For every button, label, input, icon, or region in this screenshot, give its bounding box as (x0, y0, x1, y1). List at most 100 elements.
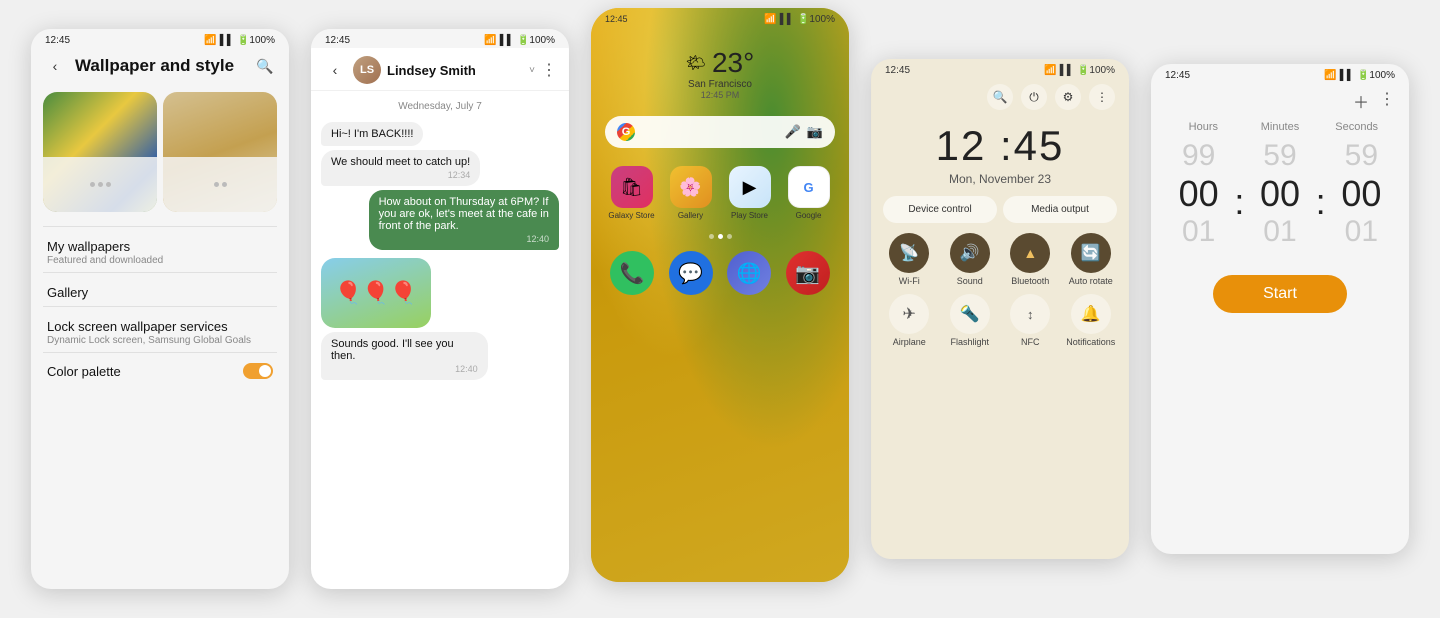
qs-tile-sound[interactable]: 🔊 Sound (944, 233, 997, 286)
more-options-icon[interactable]: ⋮ (541, 60, 557, 80)
messages-panel: 12:45 📶 ▌▌ 🔋100% ‹ LS Lindsey Smith ˅ ⋮ … (311, 29, 569, 589)
more-options-icon[interactable]: ⋮ (1379, 89, 1395, 113)
qs-date: Mon, November 23 (871, 172, 1129, 196)
wifi-icon: 📶 (484, 35, 496, 46)
play-store-icon: ▶ (729, 166, 771, 208)
my-wallpapers-item[interactable]: My wallpapers Featured and downloaded (31, 227, 289, 272)
device-control-btn[interactable]: Device control (883, 196, 997, 223)
battery-icon: 🔋100% (237, 35, 275, 46)
hours-column[interactable]: 99 00 01 (1167, 139, 1230, 249)
wp-dot (222, 182, 227, 187)
home-panel: 12:45 📶 ▌▌ 🔋100% 🌤 23° San Francisco 12:… (591, 8, 849, 582)
camera-search-icon[interactable]: 📷 (807, 124, 823, 140)
qs-tile-autorotate[interactable]: 🔄 Auto rotate (1065, 233, 1118, 286)
seconds-label: Seconds (1320, 121, 1393, 133)
hours-prev: 99 (1182, 139, 1215, 173)
qs-tile-airplane[interactable]: ✈ Airplane (883, 294, 936, 347)
page-dot-active (718, 234, 723, 239)
wallpaper-previews (31, 86, 289, 222)
my-wallpapers-sub: Featured and downloaded (47, 255, 273, 266)
timer-status-icons: 📶 ▌▌ 🔋100% (1324, 70, 1395, 81)
battery-icon: 🔋100% (1357, 70, 1395, 81)
wifi-icon: 📶 (1044, 65, 1056, 76)
bluetooth-label: Bluetooth (1011, 276, 1049, 286)
wp-dot (214, 182, 219, 187)
qs-status-time: 12:45 (885, 65, 910, 76)
seconds-column[interactable]: 59 00 01 (1330, 139, 1393, 249)
colon-separator-2: : (1312, 181, 1330, 223)
galaxy-store-icon: 🛍 (611, 166, 653, 208)
timer-header-icons: ＋ ⋮ (1151, 85, 1409, 121)
back-icon[interactable]: ‹ (43, 54, 67, 78)
minutes-label: Minutes (1244, 121, 1317, 133)
qs-tile-flashlight[interactable]: 🔦 Flashlight (944, 294, 997, 347)
contact-avatar: LS (353, 56, 381, 84)
app-galaxy-store[interactable]: 🛍 Galaxy Store (607, 166, 656, 220)
dock-phone[interactable]: 📞 (607, 251, 658, 295)
wifi-tile-icon: 📡 (889, 233, 929, 273)
message-bubble-sent-1: How about on Thursday at 6PM? If you are… (369, 190, 559, 250)
airplane-tile-icon: ✈ (889, 294, 929, 334)
phone-icon: 📞 (610, 251, 654, 295)
search-icon[interactable]: 🔍 (253, 54, 277, 78)
timer-panel: 12:45 📶 ▌▌ 🔋100% ＋ ⋮ Hours Minutes Secon… (1151, 64, 1409, 554)
internet-icon: 🌐 (727, 251, 771, 295)
wp-screen-overlay-2 (163, 157, 277, 212)
app-label: Play Store (731, 211, 768, 220)
qs-tile-notifications[interactable]: 🔔 Notifications (1065, 294, 1118, 347)
home-search-bar[interactable]: G 🎤 📷 (605, 116, 835, 148)
color-palette-item[interactable]: Color palette (31, 353, 289, 389)
timer-start-row: Start (1151, 255, 1409, 323)
media-output-btn[interactable]: Media output (1003, 196, 1117, 223)
wp-dot (106, 182, 111, 187)
qs-tile-nfc[interactable]: ↕ NFC (1004, 294, 1057, 347)
sound-tile-icon: 🔊 (950, 233, 990, 273)
start-button[interactable]: Start (1213, 275, 1347, 313)
back-icon[interactable]: ‹ (323, 58, 347, 82)
qs-tile-bluetooth[interactable]: ▲ Bluetooth (1004, 233, 1057, 286)
wallpaper-preview-2[interactable] (163, 92, 277, 212)
wallpaper-status-icons: 📶 ▌▌ 🔋100% (204, 35, 275, 46)
wallpaper-title: Wallpaper and style (75, 56, 245, 76)
hours-label: Hours (1167, 121, 1240, 133)
dock-messages[interactable]: 💬 (666, 251, 717, 295)
balloon-image: 🎈🎈🎈 (321, 258, 431, 328)
signal-icon: ▌▌ (220, 35, 234, 46)
add-timer-icon[interactable]: ＋ (1353, 89, 1369, 113)
minutes-prev: 59 (1263, 139, 1296, 173)
app-label: Galaxy Store (608, 211, 654, 220)
message-time: 12:34 (331, 170, 470, 180)
signal-icon: ▌▌ (1340, 70, 1354, 81)
app-gallery[interactable]: 🌸 Gallery (666, 166, 715, 220)
color-palette-title: Color palette (47, 364, 121, 379)
wallpaper-preview-1[interactable] (43, 92, 157, 212)
contact-name: Lindsey Smith (387, 63, 523, 78)
settings-icon[interactable]: ⚙ (1055, 84, 1081, 110)
notifications-label: Notifications (1066, 337, 1115, 347)
app-label: Gallery (678, 211, 703, 220)
wallpaper-panel: 12:45 📶 ▌▌ 🔋100% ‹ Wallpaper and style 🔍 (31, 29, 289, 589)
qs-clock: 12 :45 (871, 114, 1129, 172)
msg-status-time: 12:45 (325, 35, 350, 46)
dock-camera[interactable]: 📷 (783, 251, 834, 295)
wp-dot (90, 182, 95, 187)
chevron-down-icon: ˅ (529, 65, 535, 76)
message-text: Hi~! I'm BACK!!!! (331, 128, 413, 140)
search-icon[interactable]: 🔍 (987, 84, 1013, 110)
lock-screen-item[interactable]: Lock screen wallpaper services Dynamic L… (31, 307, 289, 352)
power-icon[interactable]: ⏻ (1021, 84, 1047, 110)
microphone-icon[interactable]: 🎤 (785, 124, 801, 140)
color-palette-toggle[interactable] (243, 363, 273, 379)
airplane-label: Airplane (893, 337, 926, 347)
more-icon[interactable]: ⋮ (1089, 84, 1115, 110)
msg-status-bar: 12:45 📶 ▌▌ 🔋100% (311, 29, 569, 48)
minutes-column[interactable]: 59 00 01 (1248, 139, 1311, 249)
app-google[interactable]: G Google (784, 166, 833, 220)
wifi-icon: 📶 (1324, 70, 1336, 81)
app-play-store[interactable]: ▶ Play Store (725, 166, 774, 220)
message-time: 12:40 (331, 364, 478, 374)
qs-tile-wifi[interactable]: 📡 Wi-Fi (883, 233, 936, 286)
dock-internet[interactable]: 🌐 (724, 251, 775, 295)
signal-icon: ▌▌ (780, 14, 794, 25)
gallery-item[interactable]: Gallery (31, 273, 289, 306)
